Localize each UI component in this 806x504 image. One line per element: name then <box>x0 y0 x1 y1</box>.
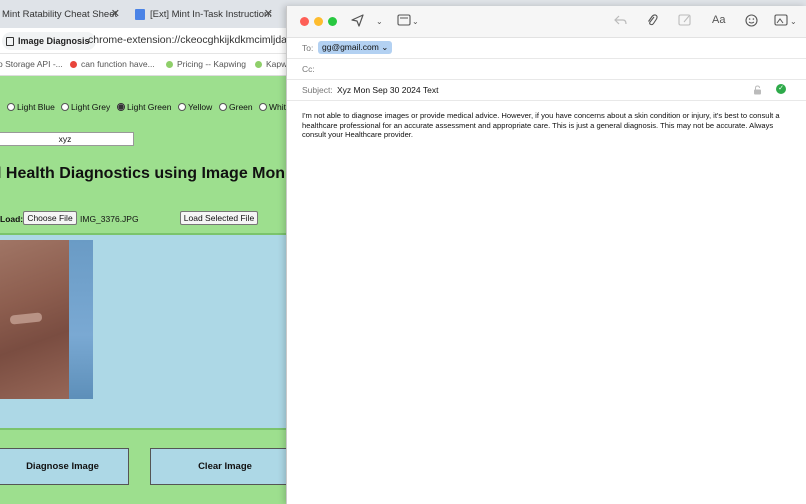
name-input[interactable]: xyz <box>0 132 134 146</box>
tab-label: Mint Ratability Cheat Sheet - <box>2 8 120 20</box>
radio-label: Yellow <box>188 102 213 112</box>
radio-label: Light Blue <box>17 102 55 112</box>
reply-icon <box>614 14 627 29</box>
markup-icon <box>678 14 692 29</box>
bookmark-kapwing-pricing[interactable]: Pricing -- Kapwing <box>166 59 246 69</box>
mail-toolbar: ⌄ ⌄ Aa ⌄ <box>287 6 806 38</box>
tab-mint-instructions[interactable]: [Ext] Mint In-Task Instruction: ✕ <box>135 4 273 24</box>
header-fields-icon[interactable] <box>397 14 411 29</box>
selected-file-name: IMG_3376.JPG <box>80 214 139 224</box>
bookmark-can-function[interactable]: can function have... <box>70 59 155 69</box>
radio-green[interactable]: Green <box>219 102 253 112</box>
close-icon[interactable]: ✕ <box>111 7 120 20</box>
bookmark-kapwing[interactable]: Kapw <box>255 59 287 69</box>
tab-mint-ratability[interactable]: Mint Ratability Cheat Sheet - ✕ <box>2 4 120 24</box>
to-label: To: <box>302 43 314 53</box>
radio-dot[interactable] <box>219 103 227 111</box>
subject-field[interactable]: Subject: Xyz Mon Sep 30 2024 Text ✓ <box>287 80 806 101</box>
send-icon[interactable] <box>351 14 364 30</box>
load-label: Load: <box>0 214 24 224</box>
diagnose-image-button[interactable]: Diagnose Image <box>0 448 129 485</box>
radio-label: Light Green <box>127 102 172 112</box>
choose-file-button[interactable]: Choose File <box>23 211 77 225</box>
format-text-icon[interactable]: Aa <box>712 14 725 26</box>
zoom-window-button[interactable] <box>328 17 337 26</box>
chevron-down-icon[interactable]: ⌄ <box>376 17 383 26</box>
skin-image <box>0 240 93 399</box>
bookmark-label: can function have... <box>81 59 155 69</box>
skin-mark <box>9 312 43 325</box>
bookmark-label: Pricing -- Kapwing <box>177 59 246 69</box>
attachment-icon[interactable] <box>646 14 658 30</box>
bookmark-label: Kapw <box>266 59 288 69</box>
radio-label: Light Grey <box>71 102 111 112</box>
docs-icon <box>135 8 145 20</box>
screen: Mint Ratability Cheat Sheet - ✕ [Ext] Mi… <box>0 0 806 504</box>
clear-image-button[interactable]: Clear Image <box>150 448 300 485</box>
radio-light-grey[interactable]: Light Grey <box>61 102 110 112</box>
radio-yellow[interactable]: Yellow <box>178 102 212 112</box>
bookmark-label: o Storage API -... <box>0 59 63 69</box>
radio-dot[interactable] <box>7 103 15 111</box>
radio-dot[interactable] <box>178 103 186 111</box>
mail-compose-window: ⌄ ⌄ Aa ⌄ To: gg@gmail.com ⌄ Cc: Subject:… <box>286 6 806 504</box>
load-selected-file-button[interactable]: Load Selected File <box>180 211 258 225</box>
kapwing-icon <box>255 60 262 68</box>
checkmark-icon: ✓ <box>776 84 786 94</box>
radio-light-blue[interactable]: Light Blue <box>7 102 55 112</box>
photo-background <box>69 240 93 399</box>
close-window-button[interactable] <box>300 17 309 26</box>
subject-label: Subject: <box>302 85 333 95</box>
to-field[interactable]: To: gg@gmail.com ⌄ <box>287 38 806 59</box>
message-body[interactable]: I'm not able to diagnose images or provi… <box>302 111 782 140</box>
url-field[interactable]: chrome-extension://ckeocghkijkdkmcimljda… <box>88 34 306 46</box>
subject-input[interactable]: Xyz Mon Sep 30 2024 Text <box>337 85 438 95</box>
page-title: l Health Diagnostics using Image Mon Sep <box>0 165 319 182</box>
radio-light-green[interactable]: Light Green <box>117 102 171 112</box>
radio-dot[interactable] <box>61 103 69 111</box>
page-chip-label: Image Diagnosis <box>18 36 90 46</box>
radio-label: Whit <box>269 102 286 112</box>
lock-icon <box>753 85 762 97</box>
page-info-chip[interactable]: Image Diagnosis <box>2 32 96 50</box>
emoji-icon[interactable] <box>745 14 758 30</box>
photo-browser-icon[interactable] <box>774 14 788 29</box>
google-icon <box>70 60 77 68</box>
recipient-token[interactable]: gg@gmail.com ⌄ <box>318 41 393 54</box>
minimize-window-button[interactable] <box>314 17 323 26</box>
close-icon[interactable]: ✕ <box>264 7 273 20</box>
bookmark-storage-api[interactable]: o Storage API -... <box>0 59 63 69</box>
recipient-address: gg@gmail.com <box>322 42 379 52</box>
kapwing-icon <box>166 60 173 68</box>
chevron-down-icon[interactable]: ⌄ <box>790 17 797 26</box>
radio-white[interactable]: Whit <box>259 102 286 112</box>
chevron-down-icon[interactable]: ⌄ <box>412 17 419 26</box>
radio-dot-selected[interactable] <box>117 103 125 111</box>
radio-label: Green <box>229 102 253 112</box>
extension-page-icon <box>6 36 14 46</box>
radio-dot[interactable] <box>259 103 267 111</box>
chevron-down-icon: ⌄ <box>381 42 389 52</box>
cc-field[interactable]: Cc: <box>287 59 806 80</box>
cc-label: Cc: <box>302 64 315 74</box>
tab-label: [Ext] Mint In-Task Instruction: <box>150 8 272 20</box>
